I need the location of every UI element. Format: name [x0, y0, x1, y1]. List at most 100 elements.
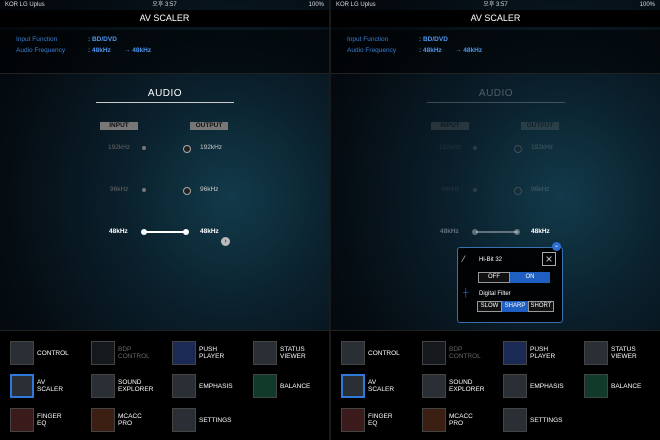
input-knob-48: [472, 229, 478, 235]
menu-label-control: CONTROL: [368, 349, 400, 357]
hibit-on-button[interactable]: ON: [510, 272, 550, 283]
battery-percent: 100%: [308, 2, 324, 8]
info-panel: Input Function : BD/DVD Audio Frequency …: [0, 30, 329, 74]
emphasis-icon: [172, 374, 196, 398]
input-freq-96[interactable]: 96kHz: [110, 186, 128, 193]
av-scaler-icon: [341, 374, 365, 398]
filter-short-button[interactable]: SHORT: [528, 301, 554, 312]
close-icon[interactable]: ×: [542, 252, 556, 266]
status-viewer-icon: [253, 341, 277, 365]
input-function-label: Input Function: [347, 36, 389, 43]
input-freq-48: 48kHz: [440, 228, 459, 235]
hibit-icon: ⁄: [463, 254, 465, 264]
settings-popup: ⌄ ⁄ Hi-Bit 32 × OFF ON ┼ Digital Filter …: [457, 242, 563, 323]
push-player-icon: [172, 341, 196, 365]
menu-label-push-player: PUSH PLAYER: [530, 346, 556, 360]
balance-icon: [253, 374, 277, 398]
av-scaler-icon: [10, 374, 34, 398]
output-ring-192: [514, 145, 522, 153]
right-screen: KOR LG Uplus 오후 3:57 100% AV SCALER Inpu…: [331, 0, 660, 440]
menu-label-av-scaler: AV SCALER: [37, 379, 64, 393]
route-line-48: [476, 231, 518, 233]
control-icon: [10, 341, 34, 365]
audio-frequency-value: : 48kHz: [88, 47, 111, 54]
input-dot-96[interactable]: [142, 188, 146, 192]
output-knob-48[interactable]: [183, 229, 189, 235]
output-freq-96[interactable]: 96kHz: [200, 186, 218, 193]
balance-icon: [584, 374, 608, 398]
audio-section-title: AUDIO: [427, 88, 565, 103]
input-function-label: Input Function: [16, 36, 58, 43]
sound-explorer-icon: [91, 374, 115, 398]
output-freq-96: 96kHz: [531, 186, 550, 193]
mcacc-pro-icon: [422, 408, 446, 432]
output-freq-48: 48kHz: [531, 228, 550, 235]
menu-label-control: CONTROL: [37, 349, 69, 357]
input-freq-96: 96kHz: [441, 186, 460, 193]
audio-section-title: AUDIO: [96, 88, 234, 103]
output-ring-96: [514, 187, 522, 195]
input-column-header: INPUT: [431, 122, 469, 130]
output-freq-192[interactable]: 192kHz: [200, 144, 222, 151]
bdp-control-icon: [91, 341, 115, 365]
filter-sharp-button[interactable]: SHARP: [502, 301, 528, 312]
chevron-down-icon[interactable]: ⌄: [552, 242, 561, 251]
clock: 오후 3:57: [483, 2, 508, 8]
route-line-48: [145, 231, 187, 233]
sound-explorer-icon: [422, 374, 446, 398]
settings-icon: [172, 408, 196, 432]
audio-frequency-label: Audio Frequency: [16, 47, 66, 54]
audio-frequency-label: Audio Frequency: [347, 47, 397, 54]
menu-label-sound-explorer: SOUND EXPLORER: [118, 379, 154, 393]
menu-label-finger-eq: FINGER EQ: [368, 413, 393, 427]
filter-slow-button[interactable]: SLOW: [477, 301, 502, 312]
hibit-off-button[interactable]: OFF: [478, 272, 510, 283]
chevron-right-icon[interactable]: ›: [221, 237, 230, 246]
page-title: AV SCALER: [331, 10, 660, 27]
input-dot-192: [473, 146, 477, 150]
audio-frequency-output: → 48kHz: [455, 47, 483, 54]
input-dot-192[interactable]: [142, 146, 146, 150]
input-freq-48[interactable]: 48kHz: [109, 228, 128, 235]
finger-eq-icon: [10, 408, 34, 432]
input-column-header: INPUT: [100, 122, 138, 130]
input-dot-96: [473, 188, 477, 192]
input-function-value: : BD/DVD: [88, 36, 117, 43]
finger-eq-icon: [341, 408, 365, 432]
menu-label-mcacc-pro: MCACC PRO: [118, 413, 142, 427]
bottom-menu: CONTROL BDP CONTROL PUSH PLAYER STATUS VIE…: [0, 330, 329, 440]
menu-label-finger-eq: FINGER EQ: [37, 413, 62, 427]
settings-icon: [503, 408, 527, 432]
menu-label-status-viewer: STATUS VIEWER: [280, 346, 306, 360]
page-title: AV SCALER: [0, 10, 329, 27]
menu-label-sound-explorer: SOUND EXPLORER: [449, 379, 485, 393]
menu-label-emphasis: EMPHASIS: [199, 382, 233, 390]
bdp-control-icon: [422, 341, 446, 365]
left-screen: KOR LG Uplus 오후 3:57 100% AV SCALER Inpu…: [0, 0, 329, 440]
menu-label-bdp-control: BDP CONTROL: [118, 346, 150, 360]
output-ring-192[interactable]: [183, 145, 191, 153]
input-freq-192: 192kHz: [439, 144, 462, 151]
control-icon: [341, 341, 365, 365]
output-freq-192: 192kHz: [531, 144, 554, 151]
bottom-menu: CONTROL BDP CONTROL PUSH PLAYER STATUS VIE…: [331, 330, 660, 440]
mcacc-pro-icon: [91, 408, 115, 432]
status-bar: KOR LG Uplus 오후 3:57 100%: [331, 0, 660, 10]
hibit-label: Hi-Bit 32: [479, 257, 503, 263]
emphasis-icon: [503, 374, 527, 398]
status-bar: KOR LG Uplus 오후 3:57 100%: [0, 0, 329, 10]
menu-label-av-scaler: AV SCALER: [368, 379, 395, 393]
audio-frequency-output: → 48kHz: [124, 47, 152, 54]
input-knob-48[interactable]: [141, 229, 147, 235]
output-ring-96[interactable]: [183, 187, 191, 195]
output-freq-48[interactable]: 48kHz: [200, 228, 219, 235]
output-column-header: OUTPUT: [190, 122, 228, 130]
status-viewer-icon: [584, 341, 608, 365]
app-root: KOR LG Uplus 오후 3:57 100% AV SCALER Inpu…: [0, 0, 660, 440]
input-freq-192[interactable]: 192kHz: [108, 144, 130, 151]
clock: 오후 3:57: [152, 2, 177, 8]
menu-label-push-player: PUSH PLAYER: [199, 346, 225, 360]
menu-label-balance: BALANCE: [611, 382, 642, 390]
battery-percent: 100%: [639, 2, 655, 8]
info-panel: Input Function : BD/DVD Audio Frequency …: [331, 30, 660, 74]
